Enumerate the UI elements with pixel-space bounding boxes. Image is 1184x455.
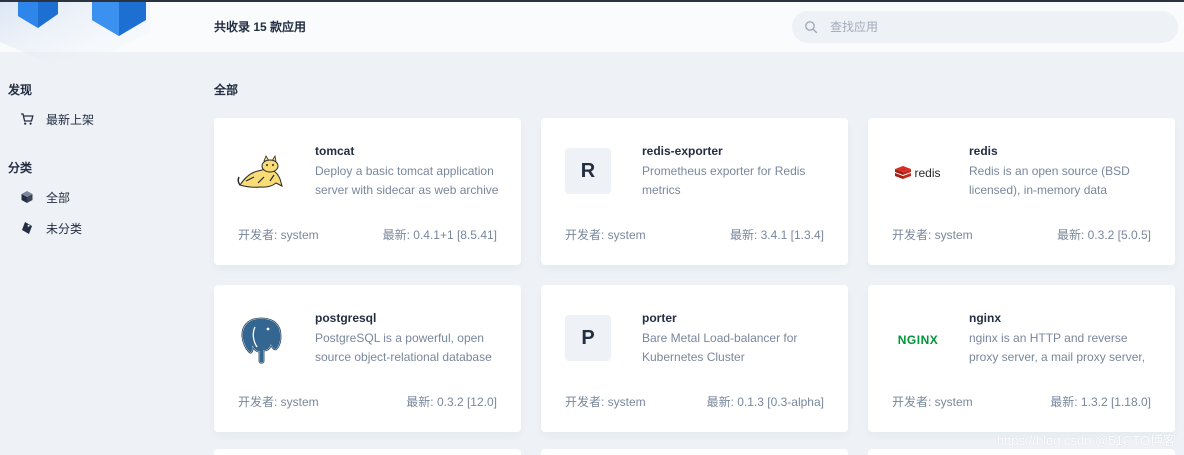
app-description: Deploy a basic tomcat application server… xyxy=(315,164,499,197)
category-section-title: 分类 xyxy=(8,161,33,175)
app-description: PostgreSQL is a powerful, open source ob… xyxy=(315,331,492,364)
app-name: nginx xyxy=(969,311,1001,325)
app-description: Prometheus exporter for Redis metrics xyxy=(642,164,806,197)
sidebar-item-uncategorized[interactable]: 未分类 xyxy=(20,216,180,240)
postgresql-logo-icon xyxy=(236,315,286,365)
search-box[interactable] xyxy=(792,11,1178,43)
app-developer: 开发者: system xyxy=(565,228,646,242)
app-description: nginx is an HTTP and reverse proxy serve… xyxy=(969,331,1146,364)
app-latest-version: 最新: 0.4.1+1 [8.5.41] xyxy=(382,228,497,242)
search-icon xyxy=(805,21,818,34)
app-latest-version: 最新: 0.1.3 [0.3-alpha] xyxy=(706,395,824,409)
tomcat-logo-icon xyxy=(236,148,286,198)
app-latest-version: 最新: 0.3.2 [12.0] xyxy=(406,395,497,409)
app-card-partial[interactable] xyxy=(541,449,848,455)
app-card-porter[interactable]: P porter Bare Metal Load-balancer for Ku… xyxy=(541,285,848,432)
sidebar-item-label: 全部 xyxy=(46,190,71,205)
nginx-logo-text: NGINX xyxy=(897,333,939,347)
app-latest-version: 最新: 1.3.2 [1.18.0] xyxy=(1050,395,1151,409)
app-letter-icon: P xyxy=(565,315,611,361)
app-name: redis xyxy=(969,144,998,158)
app-letter-icon: R xyxy=(565,148,611,194)
watermark-text: https://blog.csdn.@51CTO博客 xyxy=(996,433,1176,448)
app-developer: 开发者: system xyxy=(238,228,319,242)
app-latest-version: 最新: 0.3.2 [5.0.5] xyxy=(1056,228,1151,242)
app-name: porter xyxy=(642,311,677,325)
discover-section-title: 发现 xyxy=(8,83,33,97)
cube-icon xyxy=(21,191,33,203)
sidebar-item-all[interactable]: 全部 xyxy=(20,185,180,209)
app-card-nginx[interactable]: NGINX nginx nginx is an HTTP and reverse… xyxy=(868,285,1175,432)
app-description: Redis is an open source (BSD licensed), … xyxy=(969,164,1130,197)
app-count-label: 共收录 15 款应用 xyxy=(214,20,307,34)
section-title-all: 全部 xyxy=(214,83,239,97)
redis-logo-text: redis xyxy=(914,166,941,180)
sidebar-item-label: 未分类 xyxy=(46,221,83,236)
app-card-tomcat[interactable]: tomcat Deploy a basic tomcat application… xyxy=(214,118,521,265)
app-developer: 开发者: system xyxy=(565,395,646,409)
app-card-postgresql[interactable]: postgresql PostgreSQL is a powerful, ope… xyxy=(214,285,521,432)
app-latest-version: 最新: 3.4.1 [1.3.4] xyxy=(729,228,824,242)
app-developer: 开发者: system xyxy=(238,395,319,409)
app-description: Bare Metal Load-balancer for Kubernetes … xyxy=(642,331,798,364)
app-card-partial[interactable] xyxy=(214,449,521,455)
app-developer: 开发者: system xyxy=(892,228,973,242)
app-name: postgresql xyxy=(315,311,377,325)
app-card-redis[interactable]: redis redis Redis is an open source (BSD… xyxy=(868,118,1175,265)
cart-icon xyxy=(21,113,34,125)
app-card-redis-exporter[interactable]: R redis-exporter Prometheus exporter for… xyxy=(541,118,848,265)
sidebar-item-newest[interactable]: 最新上架 xyxy=(20,107,180,131)
sidebar: 发现 最新上架 分类 全部 未分类 xyxy=(0,52,200,455)
app-name: tomcat xyxy=(315,144,355,158)
app-developer: 开发者: system xyxy=(892,395,973,409)
redis-logo-icon: redis xyxy=(890,148,946,198)
app-card-partial[interactable] xyxy=(868,449,1175,455)
app-name: redis-exporter xyxy=(642,144,723,158)
sidebar-item-label: 最新上架 xyxy=(46,112,95,127)
search-input[interactable] xyxy=(830,11,1160,43)
nginx-logo-icon: NGINX xyxy=(890,315,946,365)
tag-icon xyxy=(22,222,32,234)
